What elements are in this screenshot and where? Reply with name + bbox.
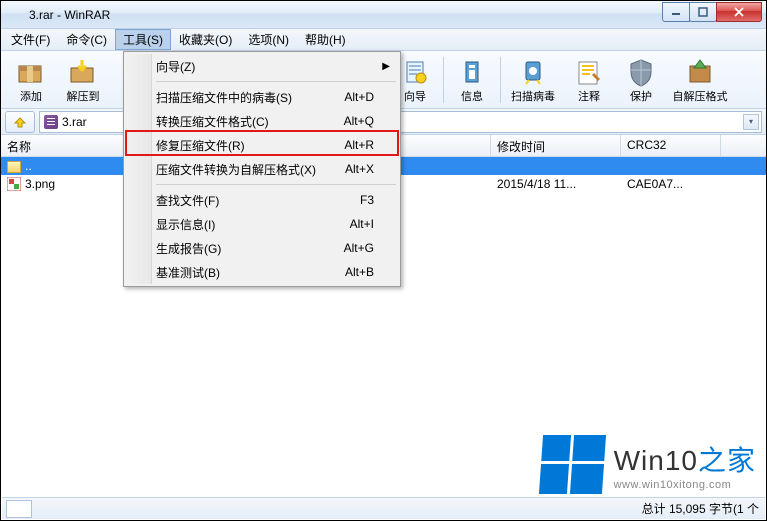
folder-icon xyxy=(7,161,21,173)
menu-options[interactable]: 选项(N) xyxy=(240,29,297,50)
close-button[interactable] xyxy=(716,2,762,22)
sfx-icon xyxy=(684,56,716,88)
menu-tools[interactable]: 工具(S) xyxy=(115,29,171,50)
tools-dropdown: 向导(Z) ▶ 扫描压缩文件中的病毒(S) Alt+D 转换压缩文件格式(C) … xyxy=(123,51,401,287)
menubar: 文件(F) 命令(C) 工具(S) 收藏夹(O) 选项(N) 帮助(H) xyxy=(1,29,766,51)
add-icon xyxy=(15,56,47,88)
menu-convert[interactable]: 转换压缩文件格式(C) Alt+Q xyxy=(126,109,398,133)
toolbar-protect-label: 保护 xyxy=(630,88,652,104)
toolbar-info-label: 信息 xyxy=(461,88,483,104)
menu-scan-virus[interactable]: 扫描压缩文件中的病毒(S) Alt+D xyxy=(126,85,398,109)
menu-find[interactable]: 查找文件(F) F3 xyxy=(126,188,398,212)
toolbar-add-label: 添加 xyxy=(20,88,42,104)
status-text: 总计 15,095 字节(1 个 xyxy=(642,500,759,517)
menu-command[interactable]: 命令(C) xyxy=(58,29,115,50)
toolbar-comment[interactable]: 注释 xyxy=(563,54,615,106)
minimize-button[interactable] xyxy=(662,2,690,22)
protect-icon xyxy=(625,56,657,88)
toolbar-wizard-label: 向导 xyxy=(404,88,426,104)
toolbar-extract[interactable]: 解压到 xyxy=(57,54,109,106)
file-name: .. xyxy=(25,159,32,173)
windows-logo-icon xyxy=(539,435,606,494)
path-value: 3.rar xyxy=(62,115,87,129)
statusbar: 总计 15,095 字节(1 个 xyxy=(2,497,765,519)
window-title: 3.rar - WinRAR xyxy=(29,8,663,22)
toolbar-scan[interactable]: 扫描病毒 xyxy=(503,54,563,106)
chevron-down-icon[interactable]: ▾ xyxy=(743,114,759,130)
column-modified[interactable]: 修改时间 xyxy=(491,135,621,156)
column-size[interactable] xyxy=(401,135,491,156)
toolbar-add[interactable]: 添加 xyxy=(5,54,57,106)
menu-show-info[interactable]: 显示信息(I) Alt+I xyxy=(126,212,398,236)
comment-icon xyxy=(573,56,605,88)
toolbar-comment-label: 注释 xyxy=(578,88,600,104)
toolbar-extract-label: 解压到 xyxy=(67,88,100,104)
toolbar-protect[interactable]: 保护 xyxy=(615,54,667,106)
toolbar-sfx-label: 自解压格式 xyxy=(673,88,728,104)
toolbar-scan-label: 扫描病毒 xyxy=(511,88,555,104)
watermark: Win10之家 www.win10xitong.com xyxy=(541,435,756,494)
menu-to-sfx[interactable]: 压缩文件转换为自解压格式(X) Alt+X xyxy=(126,157,398,181)
archive-icon xyxy=(44,115,58,129)
menu-benchmark[interactable]: 基准测试(B) Alt+B xyxy=(126,260,398,284)
status-indicator xyxy=(6,500,32,518)
menu-file[interactable]: 文件(F) xyxy=(3,29,58,50)
menu-wizard[interactable]: 向导(Z) ▶ xyxy=(126,54,398,78)
up-button[interactable] xyxy=(5,111,35,133)
window-titlebar: 3.rar - WinRAR xyxy=(1,1,766,29)
menu-report[interactable]: 生成报告(G) Alt+G xyxy=(126,236,398,260)
menu-favorites[interactable]: 收藏夹(O) xyxy=(171,29,240,50)
info-icon xyxy=(456,56,488,88)
scan-icon xyxy=(517,56,549,88)
app-icon xyxy=(7,7,23,23)
extract-icon xyxy=(67,56,99,88)
menu-help[interactable]: 帮助(H) xyxy=(297,29,354,50)
wizard-icon xyxy=(399,56,431,88)
file-name: 3.png xyxy=(25,177,55,191)
menu-repair[interactable]: 修复压缩文件(R) Alt+R xyxy=(126,133,398,157)
column-crc[interactable]: CRC32 xyxy=(621,135,721,156)
chevron-right-icon: ▶ xyxy=(382,61,390,72)
image-icon xyxy=(7,177,21,191)
maximize-button[interactable] xyxy=(689,2,717,22)
toolbar-info[interactable]: 信息 xyxy=(446,54,498,106)
toolbar-sfx[interactable]: 自解压格式 xyxy=(667,54,733,106)
